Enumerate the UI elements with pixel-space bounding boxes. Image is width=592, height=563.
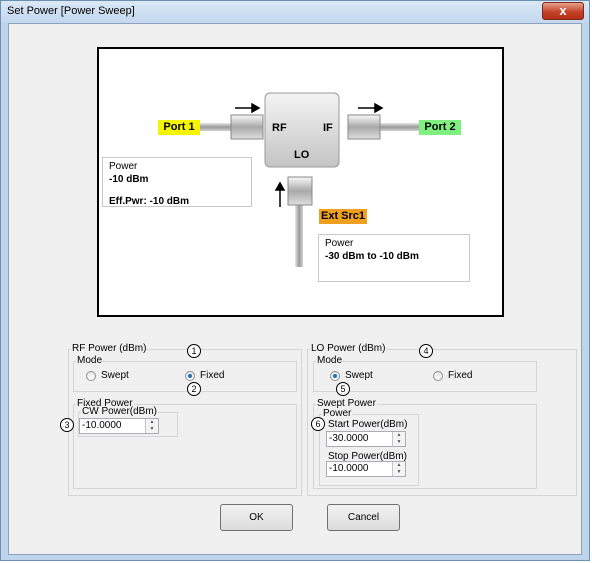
spin-up-icon[interactable]: ▲ — [146, 419, 158, 426]
dialog-client-area: Port 1 Port 2 RF IF LO Ext Src1 Power -1… — [8, 23, 582, 555]
cw-power-value: -10.0000 — [82, 420, 122, 431]
cw-power-label: CW Power(dBm) — [81, 406, 159, 417]
lo-cable — [295, 197, 303, 267]
if-port-text: IF — [323, 122, 333, 134]
rf-power-info-value: -10 dBm — [109, 174, 149, 185]
callout-6: 6 — [311, 417, 325, 431]
if-cable — [376, 123, 420, 131]
stop-power-spinner[interactable]: ▲ ▼ — [392, 462, 405, 476]
rf-fixed-label[interactable]: Fixed — [200, 370, 224, 381]
lo-swept-label[interactable]: Swept — [345, 370, 373, 381]
rf-power-info-title: Power — [109, 161, 138, 172]
spin-down-icon[interactable]: ▼ — [146, 426, 158, 433]
callout-3: 3 — [60, 418, 74, 432]
stop-power-input[interactable]: -10.0000 ▲ ▼ — [326, 461, 406, 477]
callout-4: 4 — [419, 344, 433, 358]
rf-power-title: RF Power (dBm) — [71, 343, 148, 354]
lo-power-info-box: Power -30 dBm to -10 dBm — [318, 234, 470, 282]
lo-mode-title: Mode — [316, 355, 344, 366]
if-direction-arrow — [358, 102, 384, 114]
lo-direction-arrow — [274, 181, 286, 207]
callout-5: 5 — [336, 382, 350, 396]
lo-fixed-radio[interactable] — [433, 371, 443, 381]
port2-label: Port 2 — [419, 120, 461, 135]
lo-power-info-value: -30 dBm to -10 dBm — [325, 251, 419, 262]
rf-port-text: RF — [272, 122, 287, 134]
rf-mode-title: Mode — [76, 355, 104, 366]
lo-swept-radio[interactable] — [330, 371, 340, 381]
rf-swept-label[interactable]: Swept — [101, 370, 129, 381]
rf-direction-arrow — [235, 102, 261, 114]
port1-label: Port 1 — [158, 120, 200, 135]
cw-power-spinner[interactable]: ▲ ▼ — [145, 419, 158, 433]
start-power-spinner[interactable]: ▲ ▼ — [392, 432, 405, 446]
rf-power-info-box: Power -10 dBm Eff.Pwr: -10 dBm — [102, 157, 252, 207]
lo-port-text: LO — [294, 149, 310, 161]
ext-src-label: Ext Src1 — [319, 209, 367, 224]
stop-power-value: -10.0000 — [329, 463, 369, 474]
lo-fixed-label[interactable]: Fixed — [448, 370, 472, 381]
window-title: Set Power [Power Sweep] — [7, 5, 135, 17]
dialog-window: Set Power [Power Sweep] x Port 1 Port 2 … — [0, 0, 590, 561]
ok-button[interactable]: OK — [220, 504, 293, 531]
rf-effective-power: Eff.Pwr: -10 dBm — [109, 196, 190, 207]
start-power-input[interactable]: -30.0000 ▲ ▼ — [326, 431, 406, 447]
rf-fixed-radio[interactable] — [185, 371, 195, 381]
close-button[interactable]: x — [542, 2, 584, 20]
start-power-value: -30.0000 — [329, 433, 369, 444]
spin-up-icon[interactable]: ▲ — [393, 462, 405, 469]
mixer-diagram: Port 1 Port 2 RF IF LO Ext Src1 Power -1… — [97, 47, 504, 317]
spin-down-icon[interactable]: ▼ — [393, 469, 405, 476]
start-power-label: Start Power(dBm) — [327, 419, 409, 430]
lo-power-info-title: Power — [325, 238, 354, 249]
lo-power-title: LO Power (dBm) — [310, 343, 387, 354]
title-bar[interactable]: Set Power [Power Sweep] x — [1, 1, 589, 23]
cw-power-input[interactable]: -10.0000 ▲ ▼ — [79, 418, 159, 434]
close-icon: x — [559, 3, 567, 18]
if-connector — [347, 114, 381, 140]
rf-cable — [199, 123, 235, 131]
spin-down-icon[interactable]: ▼ — [393, 439, 405, 446]
lo-connector — [287, 176, 313, 206]
rf-swept-radio[interactable] — [86, 371, 96, 381]
callout-1: 1 — [187, 344, 201, 358]
rf-connector — [230, 114, 264, 140]
cancel-button[interactable]: Cancel — [327, 504, 400, 531]
lo-power-subtitle: Power — [322, 408, 353, 419]
spin-up-icon[interactable]: ▲ — [393, 432, 405, 439]
callout-2: 2 — [187, 382, 201, 396]
